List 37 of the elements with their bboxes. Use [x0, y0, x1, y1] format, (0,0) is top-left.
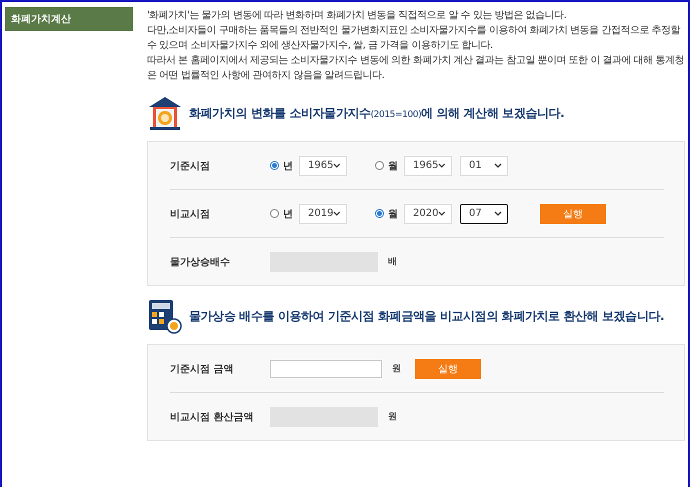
dropdown[interactable]: 1965: [299, 156, 347, 176]
dropdown[interactable]: 07: [460, 204, 508, 224]
radio-label: 월: [388, 160, 398, 172]
chevron-down-icon: [494, 163, 502, 168]
radio-label: 년: [283, 208, 293, 220]
intro-paragraph: 따라서 본 홈페이지에서 제공되는 소비자물가지수 변동에 의한 화폐가치 계산 결과는 참고일 뿐이며 또한 이 결과에 대해 통계청은 어떤 법률적인 사항에 관여하지 않음을 알려드립니다.: [147, 54, 685, 83]
row-label: 물가상승배수: [170, 256, 231, 268]
sidebar-item[interactable]: 화폐가치계산: [5, 7, 133, 31]
radio-label: 년: [283, 160, 293, 172]
dropdown[interactable]: 2020: [404, 204, 452, 224]
row-label: 기준시점: [170, 160, 211, 172]
section-heading: 물가상승 배수를 이용하여 기준시점 화폐금액을 비교시점의 화폐가치로 환산해 보겠습니다.: [189, 308, 664, 324]
amount-input[interactable]: [270, 360, 382, 378]
chevron-down-icon: [494, 211, 502, 216]
row-label: 기준시점 금액: [170, 362, 234, 376]
chevron-down-icon: [438, 163, 446, 168]
chevron-down-icon: [333, 211, 341, 216]
radio-button[interactable]: [270, 209, 279, 218]
dropdown[interactable]: 1965: [404, 156, 452, 176]
intro-paragraph: '화폐가치'는 물가의 변동에 따라 변화하며 화폐가치 변동을 직접적으로 알 수 있는 방법은 없습니다.: [147, 9, 568, 23]
radio-button[interactable]: [375, 209, 384, 218]
dropdown[interactable]: 2019: [299, 204, 347, 224]
section-heading: 화폐가치의 변화를 소비자물가지수$_{(2015=100)}$에 의해 계산해 보겠습니다.: [189, 104, 564, 122]
calculator-coin-icon: [147, 298, 183, 334]
unit-label: 원: [388, 411, 397, 423]
unit-label: 배: [388, 256, 397, 268]
unit-label: 원: [392, 363, 401, 375]
radio-button[interactable]: [270, 161, 279, 170]
intro-paragraph: 다만,소비자들이 구매하는 품목들의 전반적인 물가변화지표인 소비자물가지수를 이용하여 화폐가치 변동을 간접적으로 추정할 수 있으며 소비자물가지수 외에 생산자물가지수, 쌀, 금 가격을 이용하기도 합니다.: [147, 24, 682, 53]
row-label: 비교시점: [170, 208, 211, 220]
chevron-down-icon: [438, 211, 446, 216]
radio-label: 월: [388, 208, 398, 220]
row-label: 비교시점 환산금액: [170, 410, 254, 424]
dropdown[interactable]: 01: [460, 156, 508, 176]
radio-button[interactable]: [375, 161, 384, 170]
chevron-down-icon: [333, 163, 341, 168]
bank-coin-icon: [147, 95, 183, 131]
